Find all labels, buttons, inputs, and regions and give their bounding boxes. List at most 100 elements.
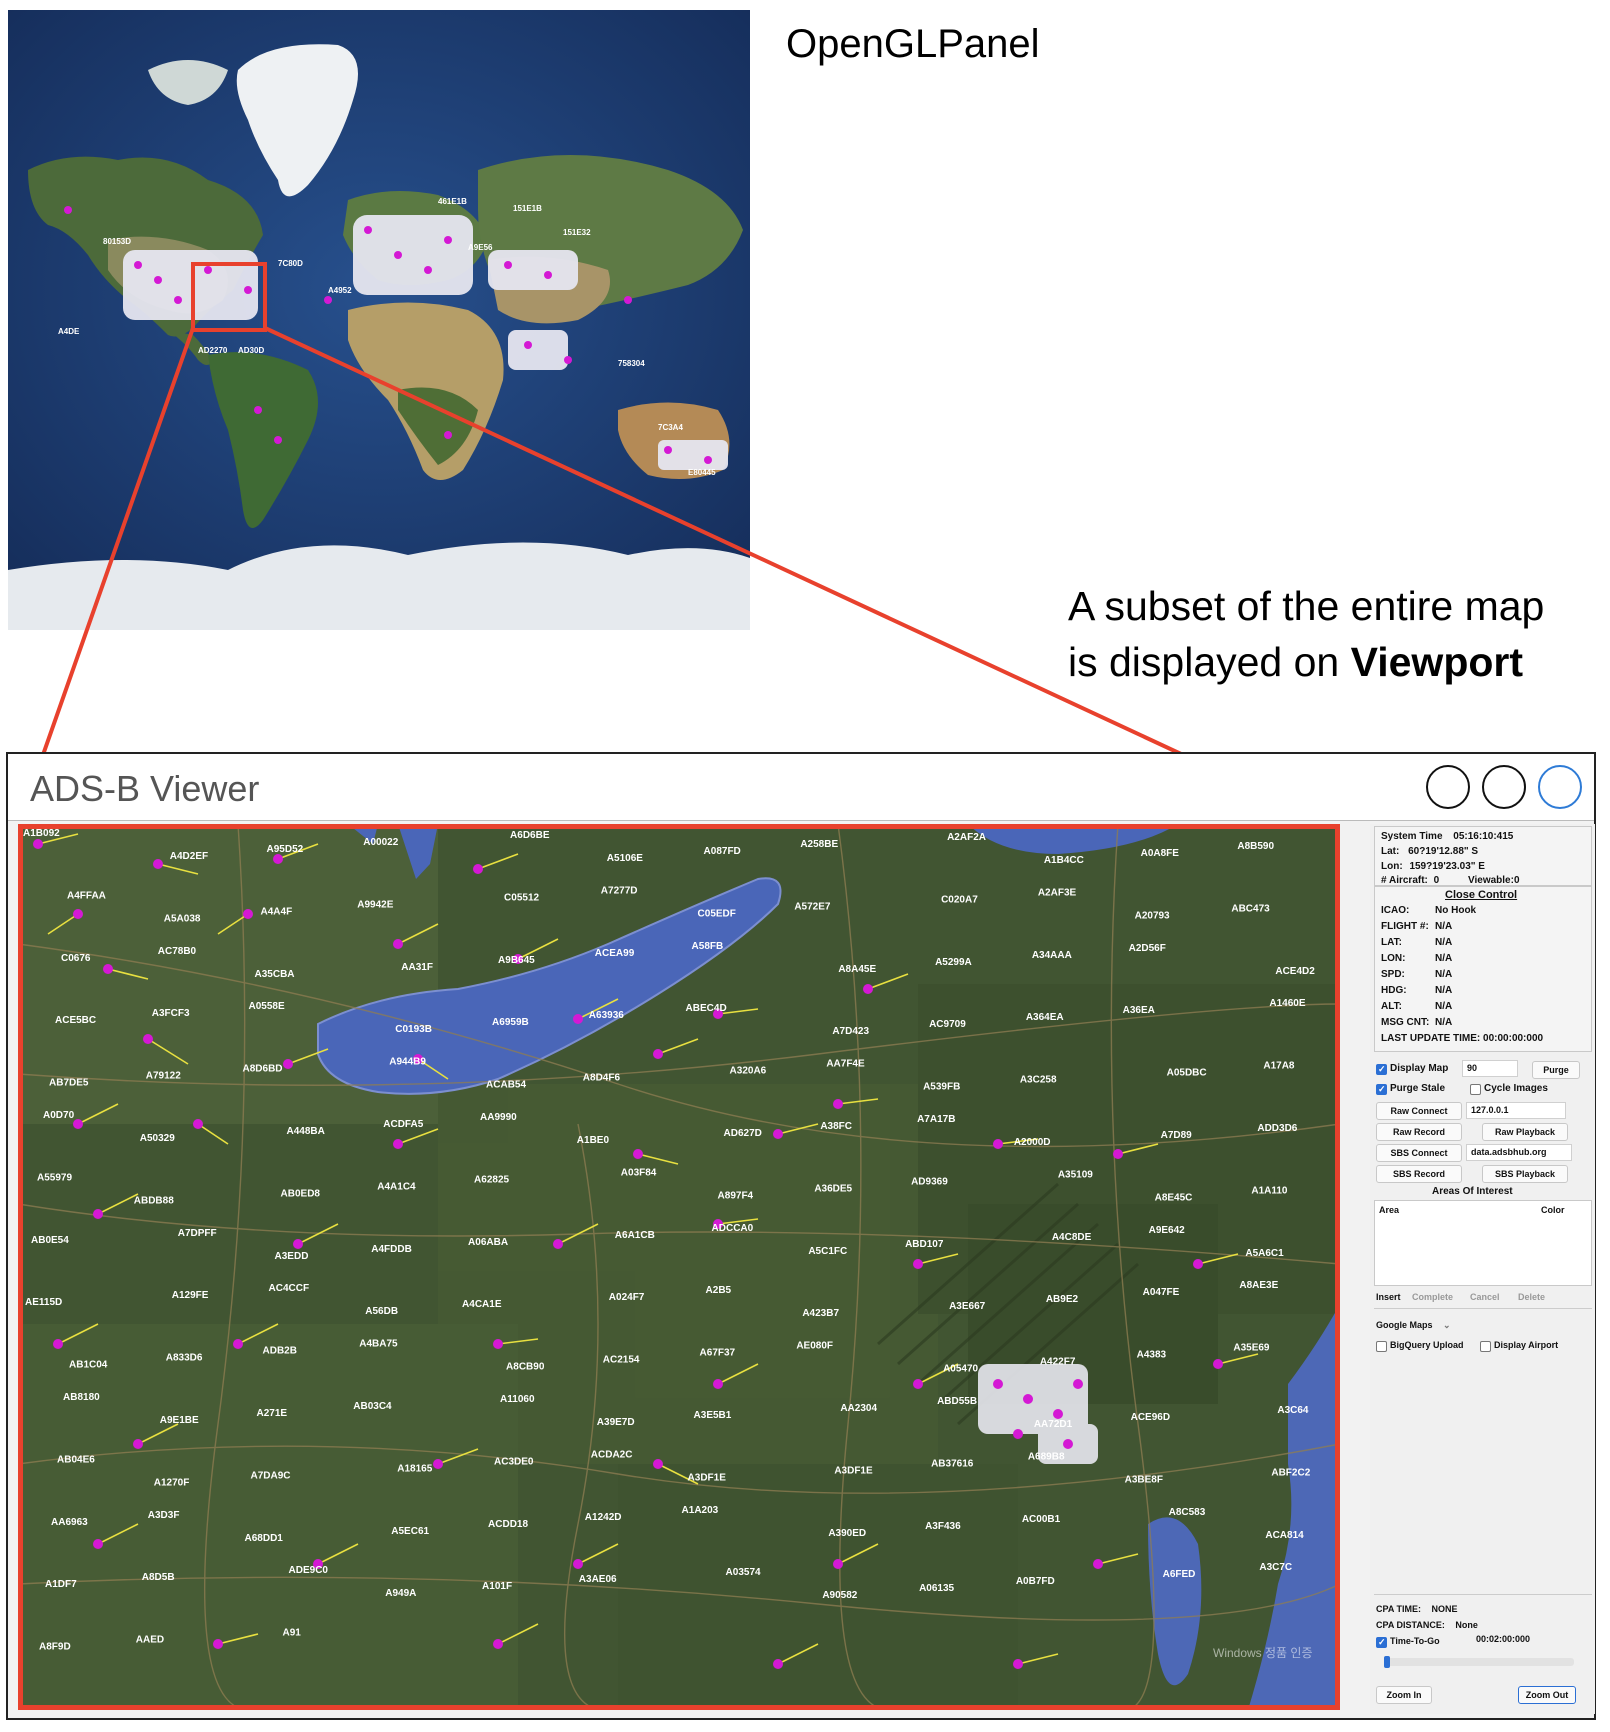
- aircraft-label[interactable]: AB04E6: [57, 1454, 95, 1465]
- aircraft-label[interactable]: A2AF2A: [947, 832, 986, 843]
- aircraft-label[interactable]: AB37616: [931, 1458, 974, 1469]
- aircraft-label[interactable]: A36EA: [1123, 1005, 1155, 1016]
- aircraft-label[interactable]: AC9709: [929, 1019, 966, 1030]
- aircraft-label[interactable]: AD627D: [724, 1128, 762, 1139]
- aircraft-label[interactable]: ABF2C2: [1271, 1467, 1310, 1478]
- aircraft-label[interactable]: AA7F4E: [826, 1059, 865, 1070]
- aircraft-label[interactable]: A5C1FC: [808, 1246, 847, 1257]
- aircraft-label[interactable]: A1242D: [585, 1512, 622, 1523]
- aircraft-label[interactable]: A36DE5: [814, 1183, 852, 1194]
- aircraft-label[interactable]: A9942E: [357, 899, 393, 910]
- raw-connect-button[interactable]: Raw Connect: [1376, 1102, 1462, 1120]
- aircraft-label[interactable]: A55979: [37, 1172, 72, 1183]
- aircraft-label[interactable]: A8D4F6: [583, 1073, 621, 1084]
- aircraft-label[interactable]: AB9E2: [1046, 1294, 1079, 1305]
- aircraft-label[interactable]: A2000D: [1014, 1137, 1051, 1148]
- aircraft-label[interactable]: A897F4: [718, 1190, 754, 1201]
- aircraft-label[interactable]: AC78B0: [158, 946, 197, 957]
- aircraft-label[interactable]: A0B7FD: [1016, 1576, 1055, 1587]
- aircraft-label[interactable]: A539FB: [923, 1082, 960, 1093]
- aircraft-label[interactable]: AD9369: [911, 1176, 948, 1187]
- aircraft-label[interactable]: A56DB: [365, 1306, 398, 1317]
- aircraft-label[interactable]: A8B590: [1237, 841, 1274, 852]
- aircraft-label[interactable]: A5106E: [607, 853, 643, 864]
- cancel-button[interactable]: Cancel: [1470, 1292, 1500, 1302]
- raw-record-button[interactable]: Raw Record: [1376, 1123, 1462, 1141]
- aircraft-label[interactable]: ABDB88: [134, 1195, 174, 1206]
- aircraft-label[interactable]: A6959B: [492, 1017, 529, 1028]
- aircraft-label[interactable]: A3F436: [925, 1521, 961, 1532]
- aircraft-label[interactable]: A833D6: [166, 1353, 203, 1364]
- aircraft-label[interactable]: A05DBC: [1167, 1068, 1207, 1079]
- aircraft-label[interactable]: A06135: [919, 1583, 954, 1594]
- aircraft-label[interactable]: A1BE0: [577, 1135, 610, 1146]
- aircraft-label[interactable]: A3DF1E: [834, 1465, 873, 1476]
- restore-button[interactable]: [1482, 765, 1526, 809]
- aircraft-label[interactable]: A423B7: [802, 1308, 839, 1319]
- aircraft-label[interactable]: A944B9: [389, 1057, 426, 1068]
- aircraft-label[interactable]: ADD3D6: [1257, 1123, 1297, 1134]
- aircraft-label[interactable]: AA2304: [840, 1403, 877, 1414]
- map-viewport[interactable]: A1B092 A4D2EF A95D52 A00022 A6D6BE A5106E A087…: [18, 824, 1340, 1710]
- aircraft-label[interactable]: A3FCF3: [152, 1008, 190, 1019]
- aircraft-label[interactable]: A4BA75: [359, 1339, 398, 1350]
- aircraft-label[interactable]: A0A8FE: [1141, 848, 1180, 859]
- aircraft-label[interactable]: A35109: [1058, 1169, 1093, 1180]
- aircraft-label[interactable]: A572E7: [794, 901, 831, 912]
- aircraft-label[interactable]: AB0E54: [31, 1235, 69, 1246]
- close-control-link[interactable]: Close Control: [1445, 889, 1517, 901]
- aircraft-label[interactable]: ABD107: [905, 1239, 944, 1250]
- aircraft-label[interactable]: ADB2B: [263, 1346, 297, 1357]
- display-airport-checkbox[interactable]: [1480, 1341, 1491, 1352]
- aircraft-label[interactable]: AB8180: [63, 1392, 100, 1403]
- aircraft-label[interactable]: AA72D1: [1034, 1419, 1073, 1430]
- insert-button[interactable]: Insert: [1376, 1292, 1401, 1302]
- slider-thumb[interactable]: [1384, 1656, 1390, 1668]
- aircraft-label[interactable]: A6A1CB: [615, 1230, 655, 1241]
- aircraft-label[interactable]: A03F84: [621, 1167, 657, 1178]
- aircraft-label[interactable]: A422F7: [1040, 1357, 1076, 1368]
- aircraft-label[interactable]: AB1C04: [69, 1360, 108, 1371]
- aircraft-label[interactable]: AAED: [136, 1635, 164, 1646]
- aircraft-label[interactable]: A3D3F: [148, 1510, 180, 1521]
- aircraft-label[interactable]: A90582: [822, 1590, 857, 1601]
- aircraft-label[interactable]: AA6963: [51, 1517, 88, 1528]
- aircraft-label[interactable]: A3C64: [1277, 1405, 1309, 1416]
- aircraft-label[interactable]: ACE5BC: [55, 1015, 96, 1026]
- aircraft-label[interactable]: A2B5: [706, 1285, 732, 1296]
- zoom-in-button[interactable]: Zoom In: [1376, 1686, 1432, 1704]
- aircraft-label[interactable]: A3C7C: [1259, 1562, 1292, 1573]
- purge-button[interactable]: Purge: [1532, 1061, 1580, 1079]
- aircraft-label[interactable]: ABC473: [1231, 903, 1270, 914]
- aircraft-label[interactable]: A7277D: [601, 885, 638, 896]
- aircraft-label[interactable]: A4D2EF: [170, 851, 208, 862]
- aircraft-label[interactable]: A9E642: [1149, 1225, 1186, 1236]
- aircraft-label[interactable]: A91: [283, 1628, 302, 1639]
- aircraft-label[interactable]: A8F9D: [39, 1642, 71, 1653]
- aircraft-label[interactable]: A34AAA: [1032, 950, 1072, 961]
- aircraft-label[interactable]: A4CA1E: [462, 1299, 502, 1310]
- aircraft-label[interactable]: ACAB54: [486, 1080, 526, 1091]
- aircraft-label[interactable]: A7D89: [1161, 1130, 1193, 1141]
- aircraft-label[interactable]: A5A6C1: [1245, 1248, 1284, 1259]
- aircraft-label[interactable]: A8E45C: [1155, 1192, 1193, 1203]
- aircraft-label[interactable]: A6D6BE: [510, 830, 550, 841]
- aircraft-label[interactable]: A9E1BE: [160, 1415, 199, 1426]
- aircraft-label[interactable]: AC00B1: [1022, 1514, 1061, 1525]
- aircraft-label[interactable]: A4C8DE: [1052, 1232, 1092, 1243]
- aircraft-label[interactable]: C020A7: [941, 894, 978, 905]
- aircraft-label[interactable]: ACDA2C: [591, 1449, 633, 1460]
- aircraft-label[interactable]: A67F37: [700, 1348, 736, 1359]
- sbs-host-field[interactable]: data.adsbhub.org: [1466, 1144, 1572, 1161]
- aircraft-label[interactable]: ACDFA5: [383, 1119, 423, 1130]
- aircraft-label[interactable]: A6FED: [1163, 1569, 1196, 1580]
- display-map-spinner[interactable]: 90: [1462, 1060, 1518, 1077]
- aircraft-label[interactable]: ADE9C0: [289, 1565, 329, 1576]
- aircraft-label[interactable]: A0D70: [43, 1110, 75, 1121]
- aircraft-label[interactable]: A1DF7: [45, 1579, 77, 1590]
- aircraft-label[interactable]: A2AF3E: [1038, 887, 1077, 898]
- aircraft-label[interactable]: A3E667: [949, 1301, 986, 1312]
- aircraft-label[interactable]: A5A038: [164, 913, 201, 924]
- aircraft-label[interactable]: A3C258: [1020, 1075, 1057, 1086]
- aircraft-label[interactable]: A20793: [1135, 910, 1170, 921]
